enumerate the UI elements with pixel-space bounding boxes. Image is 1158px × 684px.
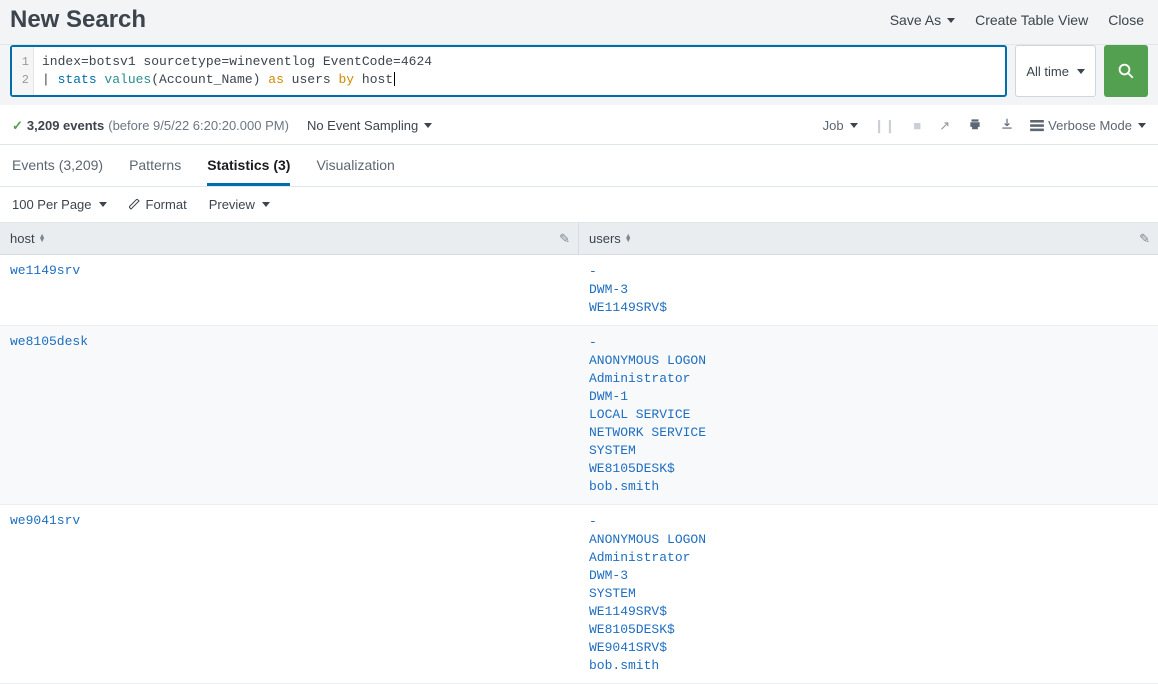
job-dropdown[interactable]: Job bbox=[823, 118, 858, 133]
table-row: we8105desk-ANONYMOUS LOGONAdministratorD… bbox=[0, 326, 1158, 505]
user-value[interactable]: ANONYMOUS LOGON bbox=[589, 352, 1148, 370]
user-value[interactable]: SYSTEM bbox=[589, 442, 1148, 460]
search-alias: users bbox=[284, 72, 339, 87]
search-input[interactable]: index=botsv1 sourcetype=wineventlog Even… bbox=[34, 47, 1005, 95]
search-icon bbox=[1117, 62, 1135, 80]
download-icon[interactable] bbox=[998, 115, 1016, 136]
edit-column-icon[interactable]: ✎ bbox=[1139, 231, 1150, 247]
check-icon: ✓ bbox=[12, 118, 23, 134]
caret-down-icon bbox=[262, 202, 270, 207]
cell-host[interactable]: we9041srv bbox=[0, 505, 579, 683]
search-gutter: 1 2 bbox=[12, 47, 34, 95]
format-icon bbox=[129, 199, 141, 211]
caret-down-icon bbox=[99, 202, 107, 207]
event-timestamp: (before 9/5/22 6:20:20.000 PM) bbox=[108, 118, 289, 133]
per-page-label: 100 Per Page bbox=[12, 197, 92, 212]
user-value[interactable]: ANONYMOUS LOGON bbox=[589, 531, 1148, 549]
tab-visualization[interactable]: Visualization bbox=[316, 145, 394, 186]
preview-label: Preview bbox=[209, 197, 255, 212]
user-value[interactable]: bob.smith bbox=[589, 657, 1148, 675]
column-header-host-label: host bbox=[10, 231, 35, 246]
time-range-picker[interactable]: All time bbox=[1015, 45, 1096, 97]
save-as-label: Save As bbox=[890, 12, 941, 28]
column-header-users-label: users bbox=[589, 231, 621, 246]
search-kw-stats: stats bbox=[58, 72, 105, 87]
search-field: host bbox=[354, 72, 393, 87]
user-value[interactable]: - bbox=[589, 334, 1148, 352]
caret-down-icon bbox=[850, 123, 858, 128]
table-row: we1149srv-DWM-3WE1149SRV$ bbox=[0, 255, 1158, 326]
event-count: 3,209 events bbox=[27, 118, 104, 133]
verbose-mode-icon bbox=[1030, 120, 1044, 132]
cell-host[interactable]: we1149srv bbox=[0, 255, 579, 325]
search-kw-by: by bbox=[338, 72, 354, 87]
cell-users: -ANONYMOUS LOGONAdministratorDWM-1LOCAL … bbox=[579, 326, 1158, 504]
user-value[interactable]: WE1149SRV$ bbox=[589, 603, 1148, 621]
mode-dropdown[interactable]: Verbose Mode bbox=[1030, 118, 1146, 133]
search-kw-as: as bbox=[268, 72, 284, 87]
search-pipe: | bbox=[42, 72, 58, 87]
sort-icon: ▲▼ bbox=[39, 235, 46, 243]
event-sampling-label: No Event Sampling bbox=[307, 118, 418, 133]
mode-label: Verbose Mode bbox=[1048, 118, 1132, 133]
search-button[interactable] bbox=[1104, 45, 1148, 97]
event-sampling-dropdown[interactable]: No Event Sampling bbox=[307, 118, 432, 133]
caret-down-icon bbox=[1077, 69, 1085, 74]
format-label: Format bbox=[146, 197, 187, 212]
search-input-container: 1 2 index=botsv1 sourcetype=wineventlog … bbox=[10, 45, 1007, 97]
cell-users: -DWM-3WE1149SRV$ bbox=[579, 255, 1158, 325]
table-row: we9041srv-ANONYMOUS LOGONAdministratorDW… bbox=[0, 505, 1158, 684]
tab-events[interactable]: Events (3,209) bbox=[12, 145, 103, 186]
user-value[interactable]: Administrator bbox=[589, 549, 1148, 567]
user-value[interactable]: - bbox=[589, 513, 1148, 531]
user-value[interactable]: WE1149SRV$ bbox=[589, 299, 1148, 317]
column-header-users[interactable]: users ▲▼ ✎ bbox=[579, 223, 1158, 254]
caret-down-icon bbox=[947, 18, 955, 23]
user-value[interactable]: WE9041SRV$ bbox=[589, 639, 1148, 657]
create-table-view-button[interactable]: Create Table View bbox=[975, 12, 1088, 28]
gutter-line-1: 1 bbox=[12, 53, 29, 71]
print-icon[interactable] bbox=[966, 115, 984, 136]
search-args: (Account_Name) bbox=[151, 72, 268, 87]
share-icon[interactable]: ↗ bbox=[937, 116, 952, 136]
user-value[interactable]: bob.smith bbox=[589, 478, 1148, 496]
save-as-button[interactable]: Save As bbox=[890, 12, 955, 28]
stop-icon: ■ bbox=[911, 116, 923, 135]
user-value[interactable]: DWM-3 bbox=[589, 567, 1148, 585]
user-value[interactable]: Administrator bbox=[589, 370, 1148, 388]
sort-icon: ▲▼ bbox=[625, 235, 632, 243]
cell-users: -ANONYMOUS LOGONAdministratorDWM-3SYSTEM… bbox=[579, 505, 1158, 683]
gutter-line-2: 2 bbox=[12, 71, 29, 89]
per-page-dropdown[interactable]: 100 Per Page bbox=[12, 197, 107, 212]
cell-host[interactable]: we8105desk bbox=[0, 326, 579, 504]
user-value[interactable]: WE8105DESK$ bbox=[589, 460, 1148, 478]
user-value[interactable]: WE8105DESK$ bbox=[589, 621, 1148, 639]
column-header-host[interactable]: host ▲▼ ✎ bbox=[0, 223, 579, 254]
tab-statistics[interactable]: Statistics (3) bbox=[207, 145, 290, 186]
user-value[interactable]: DWM-1 bbox=[589, 388, 1148, 406]
user-value[interactable]: - bbox=[589, 263, 1148, 281]
page-title: New Search bbox=[10, 6, 146, 34]
user-value[interactable]: DWM-3 bbox=[589, 281, 1148, 299]
user-value[interactable]: LOCAL SERVICE bbox=[589, 406, 1148, 424]
close-button[interactable]: Close bbox=[1108, 12, 1144, 28]
edit-column-icon[interactable]: ✎ bbox=[559, 231, 570, 247]
preview-dropdown[interactable]: Preview bbox=[209, 197, 270, 212]
search-line-1: index=botsv1 sourcetype=wineventlog Even… bbox=[42, 54, 432, 69]
pause-icon: ❙❙ bbox=[872, 116, 898, 136]
tab-patterns[interactable]: Patterns bbox=[129, 145, 181, 186]
format-button[interactable]: Format bbox=[129, 197, 187, 212]
caret-down-icon bbox=[1138, 123, 1146, 128]
search-kw-values: values bbox=[104, 72, 151, 87]
job-label: Job bbox=[823, 118, 844, 133]
caret-down-icon bbox=[424, 123, 432, 128]
user-value[interactable]: NETWORK SERVICE bbox=[589, 424, 1148, 442]
text-cursor bbox=[394, 72, 395, 86]
time-range-label: All time bbox=[1026, 64, 1069, 79]
user-value[interactable]: SYSTEM bbox=[589, 585, 1148, 603]
